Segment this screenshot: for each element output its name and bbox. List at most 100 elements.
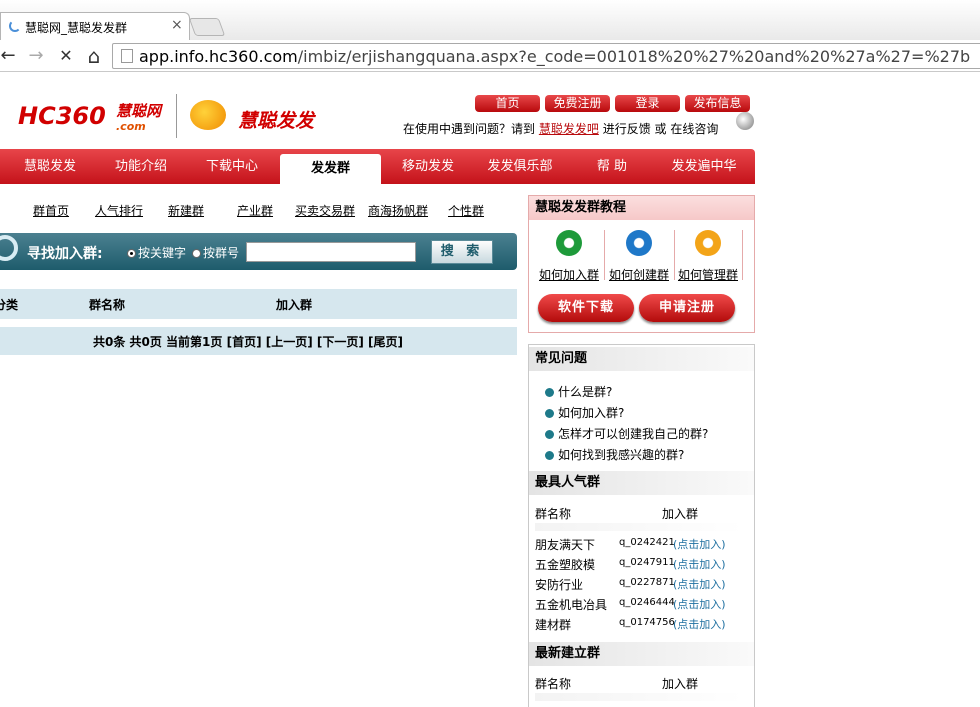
search-input[interactable] (246, 242, 416, 262)
popular-group-row: 五金机电冶具 q_0246444 (点击加入) (535, 596, 750, 614)
tutorial-box: 慧聪发发群教程 如何加入群 如何创建群 如何管理群 软件下载 申请注册 (528, 195, 755, 333)
popular-group-row: 朋友满天下 q_0242421 (点击加入) (535, 536, 750, 554)
top-link-register[interactable]: 免费注册 (545, 95, 610, 112)
group-id: q_0227871 (619, 577, 675, 588)
join-group-icon (556, 230, 582, 256)
top-link-login[interactable]: 登录 (615, 95, 680, 112)
forward-icon[interactable]: → (24, 44, 48, 68)
nav-item-help[interactable]: 帮 助 (566, 149, 658, 184)
tutorial-title: 慧聪发发群教程 (529, 196, 754, 220)
radio-on-icon[interactable] (127, 249, 136, 258)
home-icon[interactable]: ⌂ (82, 44, 106, 68)
popular-title: 最具人气群 (529, 471, 754, 495)
header-underline (535, 523, 743, 531)
top-link-home[interactable]: 首页 (475, 95, 540, 112)
pager-text[interactable]: 共0条 共0页 当前第1页 [首页] [上一页] [下一页] [尾页] (93, 333, 403, 350)
newest-col-name: 群名称 (535, 677, 572, 691)
tutorial-manage[interactable]: 如何管理群 (673, 226, 743, 284)
subnav-group-home[interactable]: 群首页 (33, 202, 69, 219)
newest-title: 最新建立群 (529, 642, 754, 666)
stop-icon[interactable]: ✕ (54, 44, 78, 68)
group-name: 五金塑胶模 (535, 558, 596, 572)
search-button[interactable]: 搜 索 (431, 240, 493, 264)
browser-tabstrip: 慧聪网_慧聪发发群 × (0, 0, 980, 40)
create-group-icon (626, 230, 652, 256)
col-category: 分类 (0, 298, 19, 312)
faq-item[interactable]: 如何找到我感兴趣的群? (545, 446, 684, 463)
bullet-icon (545, 409, 554, 418)
subnav-business[interactable]: 商海扬帆群 (368, 202, 428, 219)
faq-item[interactable]: 怎样才可以创建我自己的群? (545, 425, 708, 442)
logo-hc-cn: 慧聪网 (116, 102, 162, 120)
help-prefix: 在使用中遇到问题？请到 (403, 122, 536, 136)
manage-group-icon (695, 230, 721, 256)
tutorial-create-label[interactable]: 如何创建群 (604, 266, 674, 283)
join-group-link[interactable]: (点击加入) (673, 576, 726, 592)
logo-ff-text: 慧聪发发 (238, 110, 315, 132)
online-consult-link[interactable]: 在线咨询 (670, 122, 718, 136)
address-bar[interactable]: app.info.hc360.com/imbiz/erjishangquana.… (112, 43, 980, 69)
faq-item[interactable]: 如何加入群? (545, 404, 624, 421)
hc360-logo[interactable]: HC360 慧聪网 .com (0, 96, 170, 140)
popular-col-name: 群名称 (535, 507, 572, 521)
logo-hc-text: HC360 (18, 102, 106, 130)
join-group-link[interactable]: (点击加入) (673, 556, 726, 572)
join-group-link[interactable]: (点击加入) (673, 536, 726, 552)
popular-col-join: 加入群 (662, 507, 699, 521)
group-name: 朋友满天下 (535, 538, 596, 552)
popular-group-row: 建材群 q_0174756 (点击加入) (535, 616, 750, 634)
tab-close-icon[interactable]: × (171, 17, 183, 33)
new-tab-button[interactable] (188, 18, 226, 36)
fafa-logo[interactable]: 慧聪发发 (186, 96, 326, 140)
subnav-personal[interactable]: 个性群 (448, 202, 484, 219)
group-name: 五金机电冶具 (535, 598, 608, 612)
tutorial-join[interactable]: 如何加入群 (534, 226, 604, 284)
group-id: q_0246444 (619, 597, 675, 608)
nav-item-club[interactable]: 发发俱乐部 (473, 149, 567, 184)
help-middle: 进行反馈 或 (602, 122, 667, 136)
top-link-publish[interactable]: 发布信息 (685, 95, 750, 112)
group-id: q_0247911 (619, 557, 675, 568)
nav-item-fafa[interactable]: 慧聪发发 (0, 149, 100, 184)
col-group-name: 群名称 (89, 298, 126, 312)
browser-tab[interactable]: 慧聪网_慧聪发发群 × (0, 12, 190, 40)
subnav-popular[interactable]: 人气排行 (95, 202, 143, 219)
subnav-new[interactable]: 新建群 (168, 202, 204, 219)
apply-register-button[interactable]: 申请注册 (639, 294, 735, 322)
radio-number[interactable]: 按群号 (192, 244, 239, 261)
nav-item-download[interactable]: 下载中心 (183, 149, 281, 184)
radio-off-icon[interactable] (192, 249, 201, 258)
subnav-trade[interactable]: 买卖交易群 (295, 202, 355, 219)
header-underline (535, 693, 743, 701)
newest-col-join: 加入群 (662, 677, 699, 691)
nav-item-china[interactable]: 发发遍中华 (657, 149, 751, 184)
faq-item[interactable]: 什么是群? (545, 383, 612, 400)
logo-com: .com (116, 120, 146, 133)
group-name: 安防行业 (535, 578, 584, 592)
popular-group-row: 安防行业 q_0227871 (点击加入) (535, 576, 750, 594)
download-software-button[interactable]: 软件下载 (538, 294, 634, 322)
main-nav: 慧聪发发 功能介绍 下载中心 发发群 移动发发 发发俱乐部 帮 助 发发遍中华 (0, 149, 755, 184)
faq-title: 常见问题 (529, 347, 754, 371)
popular-group-row: 五金塑胶模 q_0247911 (点击加入) (535, 556, 750, 574)
nav-item-features[interactable]: 功能介绍 (92, 149, 190, 184)
tutorial-join-label[interactable]: 如何加入群 (534, 266, 604, 283)
tutorial-manage-label[interactable]: 如何管理群 (673, 266, 743, 283)
join-group-link[interactable]: (点击加入) (673, 616, 726, 632)
fafa-mascot-icon (190, 100, 226, 130)
help-link[interactable]: 慧聪发发吧 (539, 122, 599, 136)
nav-item-mobile[interactable]: 移动发发 (380, 149, 476, 184)
help-line: 在使用中遇到问题？请到 慧聪发发吧 进行反馈 或 在线咨询 (403, 120, 718, 137)
sidebar-lists-box: 常见问题 什么是群? 如何加入群? 怎样才可以创建我自己的群? 如何找到我感兴趣… (528, 344, 755, 707)
join-group-link[interactable]: (点击加入) (673, 596, 726, 612)
tutorial-create[interactable]: 如何创建群 (604, 226, 674, 284)
group-id: q_0174756 (619, 617, 675, 628)
url-text: app.info.hc360.com/imbiz/erjishangquana.… (139, 47, 971, 66)
bullet-icon (545, 451, 554, 460)
back-icon[interactable]: ← (0, 44, 20, 68)
radio-keyword[interactable]: 按关键字 (127, 244, 186, 261)
subnav-industry[interactable]: 产业群 (237, 202, 273, 219)
search-label: 寻找加入群: (27, 246, 103, 262)
nav-item-groups[interactable]: 发发群 (280, 154, 381, 184)
consult-icon[interactable] (736, 112, 754, 130)
